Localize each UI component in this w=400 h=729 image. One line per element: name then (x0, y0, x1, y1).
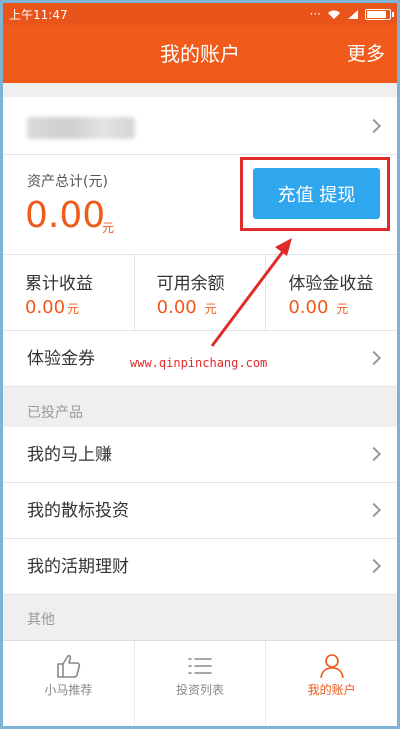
stats-row: 累计收益 0.00 元 可用余额 0.00 元 体验金收益 0.00 元 (3, 255, 397, 331)
stat-unit: 元 (67, 302, 80, 316)
stat-unit: 元 (336, 302, 349, 316)
tab-investment-list[interactable]: 投资列表 (135, 641, 267, 726)
list-icon (188, 658, 212, 674)
app-header: 我的账户 更多 (3, 25, 397, 83)
stat-trial-income: 体验金收益 0.00 元 (266, 255, 397, 330)
list-item-label: 我的活期理财 (27, 557, 129, 577)
stat-value: 0.00 元 (25, 297, 79, 318)
chevron-right-icon (366, 446, 382, 462)
bottom-tab-bar: 小马推荐 投资列表 我的账户 (3, 640, 397, 726)
stat-number: 0.00 (156, 297, 197, 318)
list-item-label: 我的散标投资 (27, 501, 129, 521)
stat-available-balance: 可用余额 0.00 元 (135, 255, 267, 330)
asset-total-label: 资产总计(元) (27, 174, 108, 190)
recharge-withdraw-button[interactable]: 充值 提现 (253, 168, 380, 219)
stat-label: 累计收益 (25, 274, 93, 294)
blurred-username (27, 117, 135, 139)
signal-icon (348, 9, 358, 19)
tab-label: 我的账户 (307, 683, 356, 697)
tab-recommend[interactable]: 小马推荐 (3, 641, 135, 726)
chevron-right-icon (366, 502, 382, 518)
more-button[interactable]: 更多 (347, 25, 385, 83)
user-icon (319, 654, 344, 679)
stat-cumulative-income: 累计收益 0.00 元 (3, 255, 135, 330)
stat-value: 0.00 元 (288, 297, 348, 318)
chevron-right-icon (366, 558, 382, 574)
tab-my-account[interactable]: 我的账户 (266, 641, 397, 726)
section-other: 其他 (3, 601, 397, 639)
wifi-icon (328, 10, 340, 19)
asset-total-unit: 元 (102, 221, 115, 235)
stat-label: 可用余额 (156, 274, 225, 294)
watermark-text: www.qinpinchang.com (130, 356, 268, 370)
stat-number: 0.00 (25, 297, 66, 318)
list-item-label: 我的马上赚 (27, 445, 112, 465)
stat-value: 0.00 元 (157, 297, 217, 318)
asset-total-amount: 0.00 (25, 195, 106, 236)
stat-number: 0.00 (288, 297, 329, 318)
chevron-right-icon (366, 118, 382, 134)
status-bar: 上午11:47 ··· (3, 3, 397, 25)
coupon-label: 体验金券 (27, 349, 95, 369)
status-icons: ··· (309, 7, 394, 21)
list-item-loan-investment[interactable]: 我的散标投资 (3, 483, 397, 539)
user-profile-row[interactable] (3, 97, 397, 155)
chevron-right-icon (366, 350, 382, 366)
tab-label: 投资列表 (176, 683, 225, 697)
tab-label: 小马推荐 (44, 683, 93, 697)
page-title: 我的账户 (160, 42, 240, 66)
status-time: 上午11:47 (9, 7, 68, 22)
thumbs-up-icon (57, 654, 81, 678)
battery-icon (365, 8, 394, 20)
stat-label: 体验金收益 (288, 274, 374, 294)
status-dots: ··· (309, 7, 321, 21)
stat-unit: 元 (204, 302, 217, 316)
list-item-current-wealth[interactable]: 我的活期理财 (3, 539, 397, 595)
list-item-ma-shang-zhuan[interactable]: 我的马上赚 (3, 427, 397, 483)
